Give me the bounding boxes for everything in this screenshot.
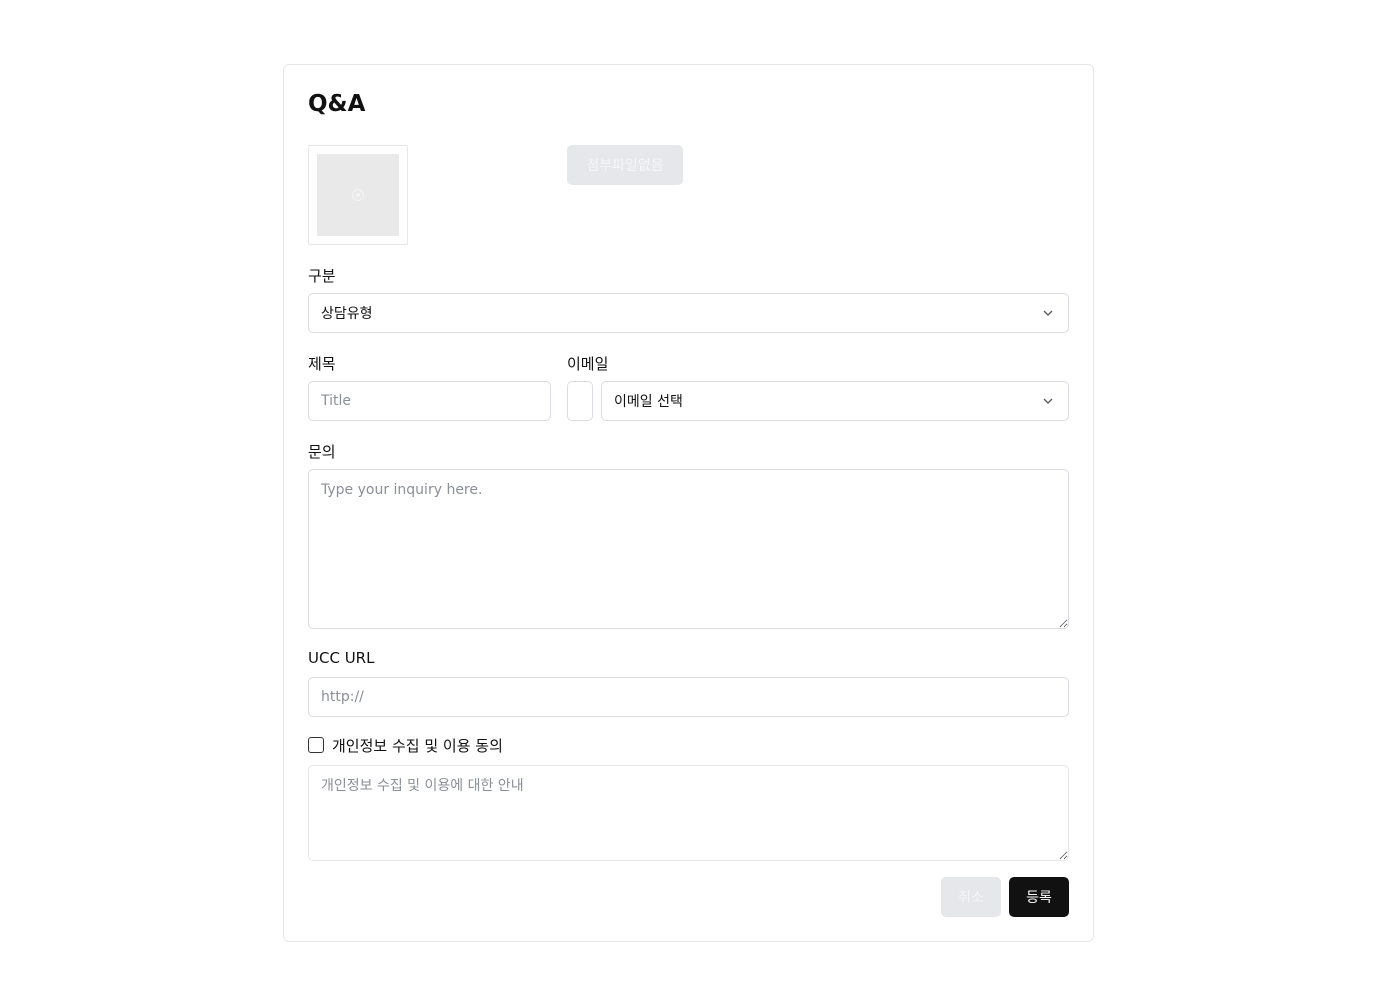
email-domain-selected-value: 이메일 선택 [614, 394, 683, 410]
qna-form-card: Q&A 첨부파일없음 구분 상담유형 제목 이메일 이메일 선택 문의 UCC … [283, 64, 1094, 942]
privacy-consent-label[interactable]: 개인정보 수집 및 이용 동의 [332, 735, 503, 756]
privacy-notice-textarea[interactable] [308, 765, 1069, 861]
email-domain-select[interactable]: 이메일 선택 [601, 381, 1069, 421]
privacy-consent-checkbox[interactable] [308, 737, 324, 753]
ucc-url-input[interactable] [308, 677, 1069, 717]
submit-button[interactable]: 등록 [1009, 877, 1069, 917]
inquiry-label: 문의 [308, 443, 336, 461]
category-select[interactable]: 상담유형 [308, 293, 1069, 333]
category-selected-value: 상담유형 [321, 306, 373, 322]
page-title: Q&A [308, 91, 366, 117]
subject-input[interactable] [308, 381, 551, 421]
attachment-thumbnail[interactable] [308, 145, 408, 245]
chevron-down-icon [1043, 398, 1053, 404]
subject-label: 제목 [308, 355, 336, 373]
image-placeholder-icon [317, 154, 399, 236]
no-attachment-button[interactable]: 첨부파일없음 [567, 145, 683, 185]
chevron-down-icon [1043, 310, 1053, 316]
cancel-button[interactable]: 취소 [941, 877, 1001, 917]
email-label: 이메일 [567, 355, 609, 373]
category-label: 구분 [308, 267, 336, 285]
inquiry-textarea[interactable] [308, 469, 1069, 629]
email-local-input[interactable] [567, 381, 593, 421]
ucc-url-label: UCC URL [308, 649, 375, 667]
